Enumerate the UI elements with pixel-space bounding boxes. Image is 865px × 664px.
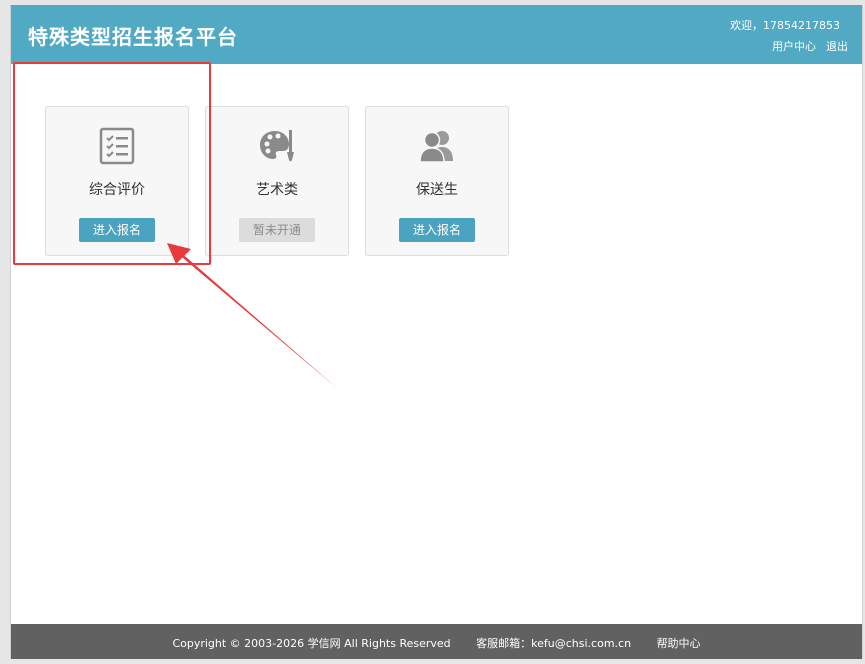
annotation-arrow-shaft bbox=[179, 251, 338, 389]
not-open-button: 暂未开通 bbox=[239, 218, 315, 242]
card-arts: 艺术类 暂未开通 bbox=[205, 106, 349, 256]
card-label: 综合评价 bbox=[89, 182, 145, 198]
page-footer: Copyright © 2003-2026 学信网 All Rights Res… bbox=[11, 624, 862, 659]
card-recommended-students: 保送生 进入报名 bbox=[365, 106, 509, 256]
user-links: 用户中心 退出 bbox=[772, 38, 848, 54]
checklist-icon bbox=[98, 127, 136, 165]
enter-registration-button[interactable]: 进入报名 bbox=[79, 218, 155, 242]
annotation-arrow bbox=[167, 243, 338, 389]
logout-link[interactable]: 退出 bbox=[826, 38, 848, 54]
card-label: 保送生 bbox=[416, 182, 458, 198]
page-frame: 特殊类型招生报名平台 欢迎，17854217853 用户中心 退出 综合评价 进… bbox=[10, 5, 863, 659]
user-center-link[interactable]: 用户中心 bbox=[772, 38, 816, 54]
support-email[interactable]: 客服邮箱：kefu@chsi.com.cn bbox=[476, 637, 631, 650]
palette-icon bbox=[258, 127, 296, 165]
card-label: 艺术类 bbox=[256, 182, 298, 198]
welcome-text: 欢迎，17854217853 bbox=[730, 19, 840, 32]
enter-registration-button[interactable]: 进入报名 bbox=[399, 218, 475, 242]
card-comprehensive-evaluation: 综合评价 进入报名 bbox=[45, 106, 189, 256]
page-header: 特殊类型招生报名平台 欢迎，17854217853 用户中心 退出 bbox=[11, 5, 862, 64]
users-icon bbox=[418, 127, 456, 165]
copyright-text: Copyright © 2003-2026 学信网 All Rights Res… bbox=[172, 637, 451, 650]
help-center-link[interactable]: 帮助中心 bbox=[657, 637, 701, 650]
site-title: 特殊类型招生报名平台 bbox=[28, 25, 238, 49]
